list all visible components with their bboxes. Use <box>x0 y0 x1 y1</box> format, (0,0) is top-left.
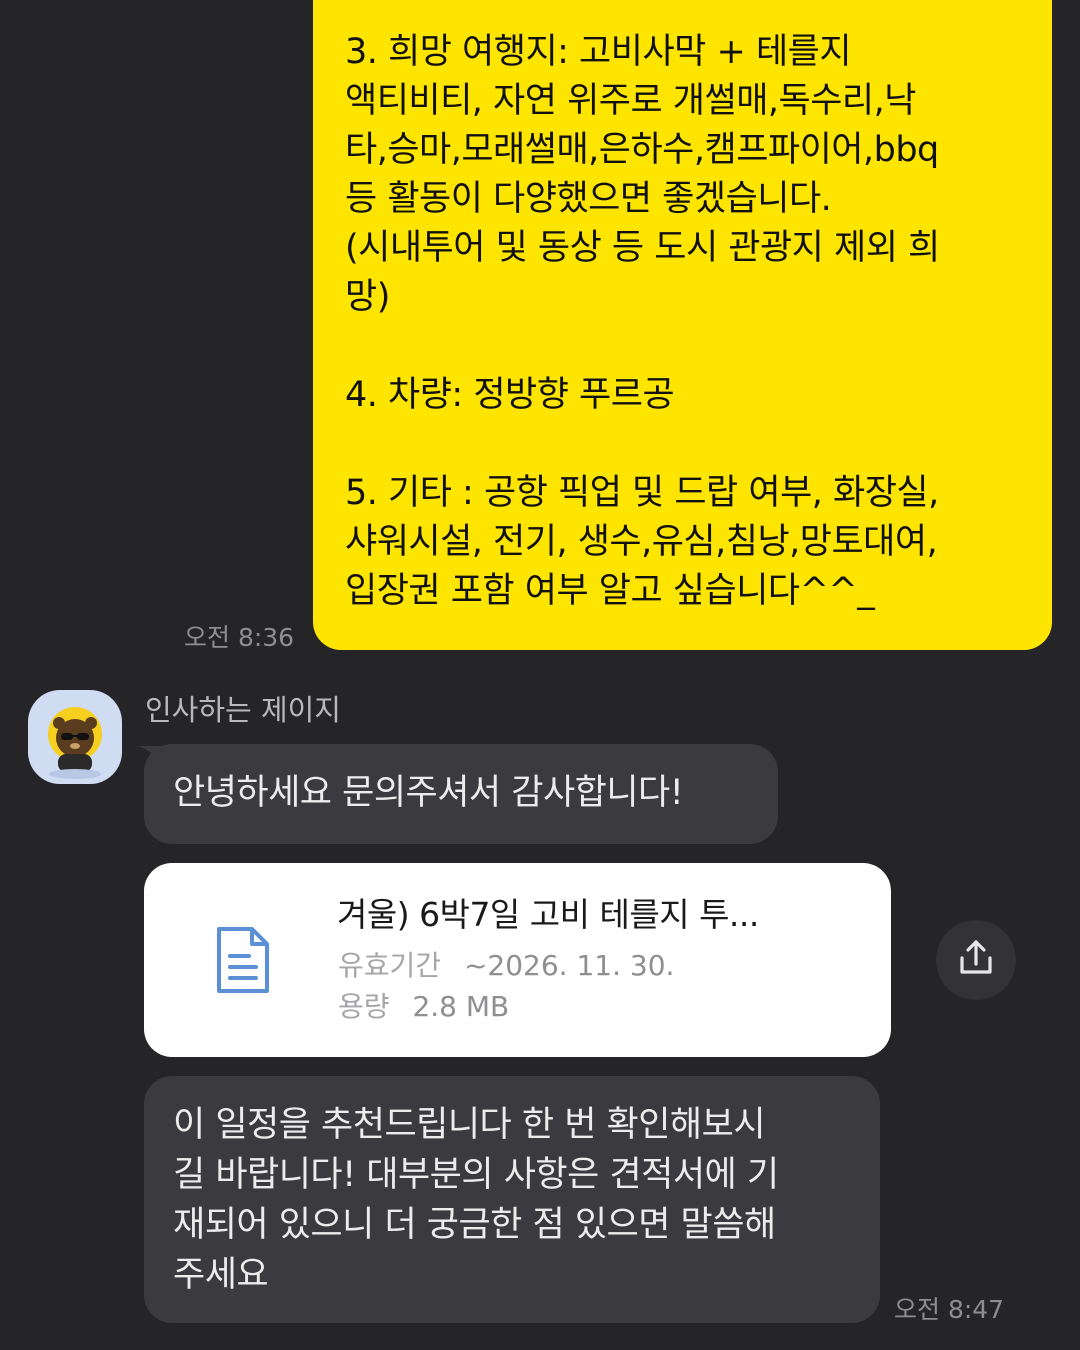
file-size-value: 2.8 MB <box>412 990 510 1023</box>
avatar[interactable] <box>28 690 122 784</box>
file-validity-label: 유효기간 <box>338 949 442 982</box>
incoming-timestamp: 오전 8:47 <box>894 1295 1005 1324</box>
outgoing-timestamp: 오전 8:36 <box>184 623 295 652</box>
greeting-message-bubble[interactable]: 안녕하세요 문의주셔서 감사합니다! <box>144 744 778 844</box>
file-attachment-card[interactable]: 겨울) 6박7일 고비 테를지 투... 유효기간 ~2026. 11. 30.… <box>144 863 891 1057</box>
document-icon <box>217 927 269 993</box>
share-icon <box>960 940 992 974</box>
file-name: 겨울) 6박7일 고비 테를지 투... <box>337 895 759 934</box>
file-validity-value: ~2026. 11. 30. <box>463 949 675 982</box>
sender-name: 인사하는 제이지 <box>145 693 341 727</box>
file-size-label: 용량 <box>338 990 390 1023</box>
ryan-character-icon <box>48 707 102 779</box>
file-size: 용량 2.8 MB <box>338 987 509 1027</box>
file-validity: 유효기간 ~2026. 11. 30. <box>338 946 674 986</box>
recommend-message-bubble[interactable]: 이 일정을 추천드립니다 한 번 확인해보시 길 바랍니다! 대부분의 사항은 … <box>144 1076 880 1323</box>
share-button[interactable] <box>936 920 1016 1000</box>
outgoing-message-bubble[interactable]: 3. 희망 여행지: 고비사막 + 테를지 액티비티, 자연 위주로 개썰매,독… <box>313 0 1052 650</box>
